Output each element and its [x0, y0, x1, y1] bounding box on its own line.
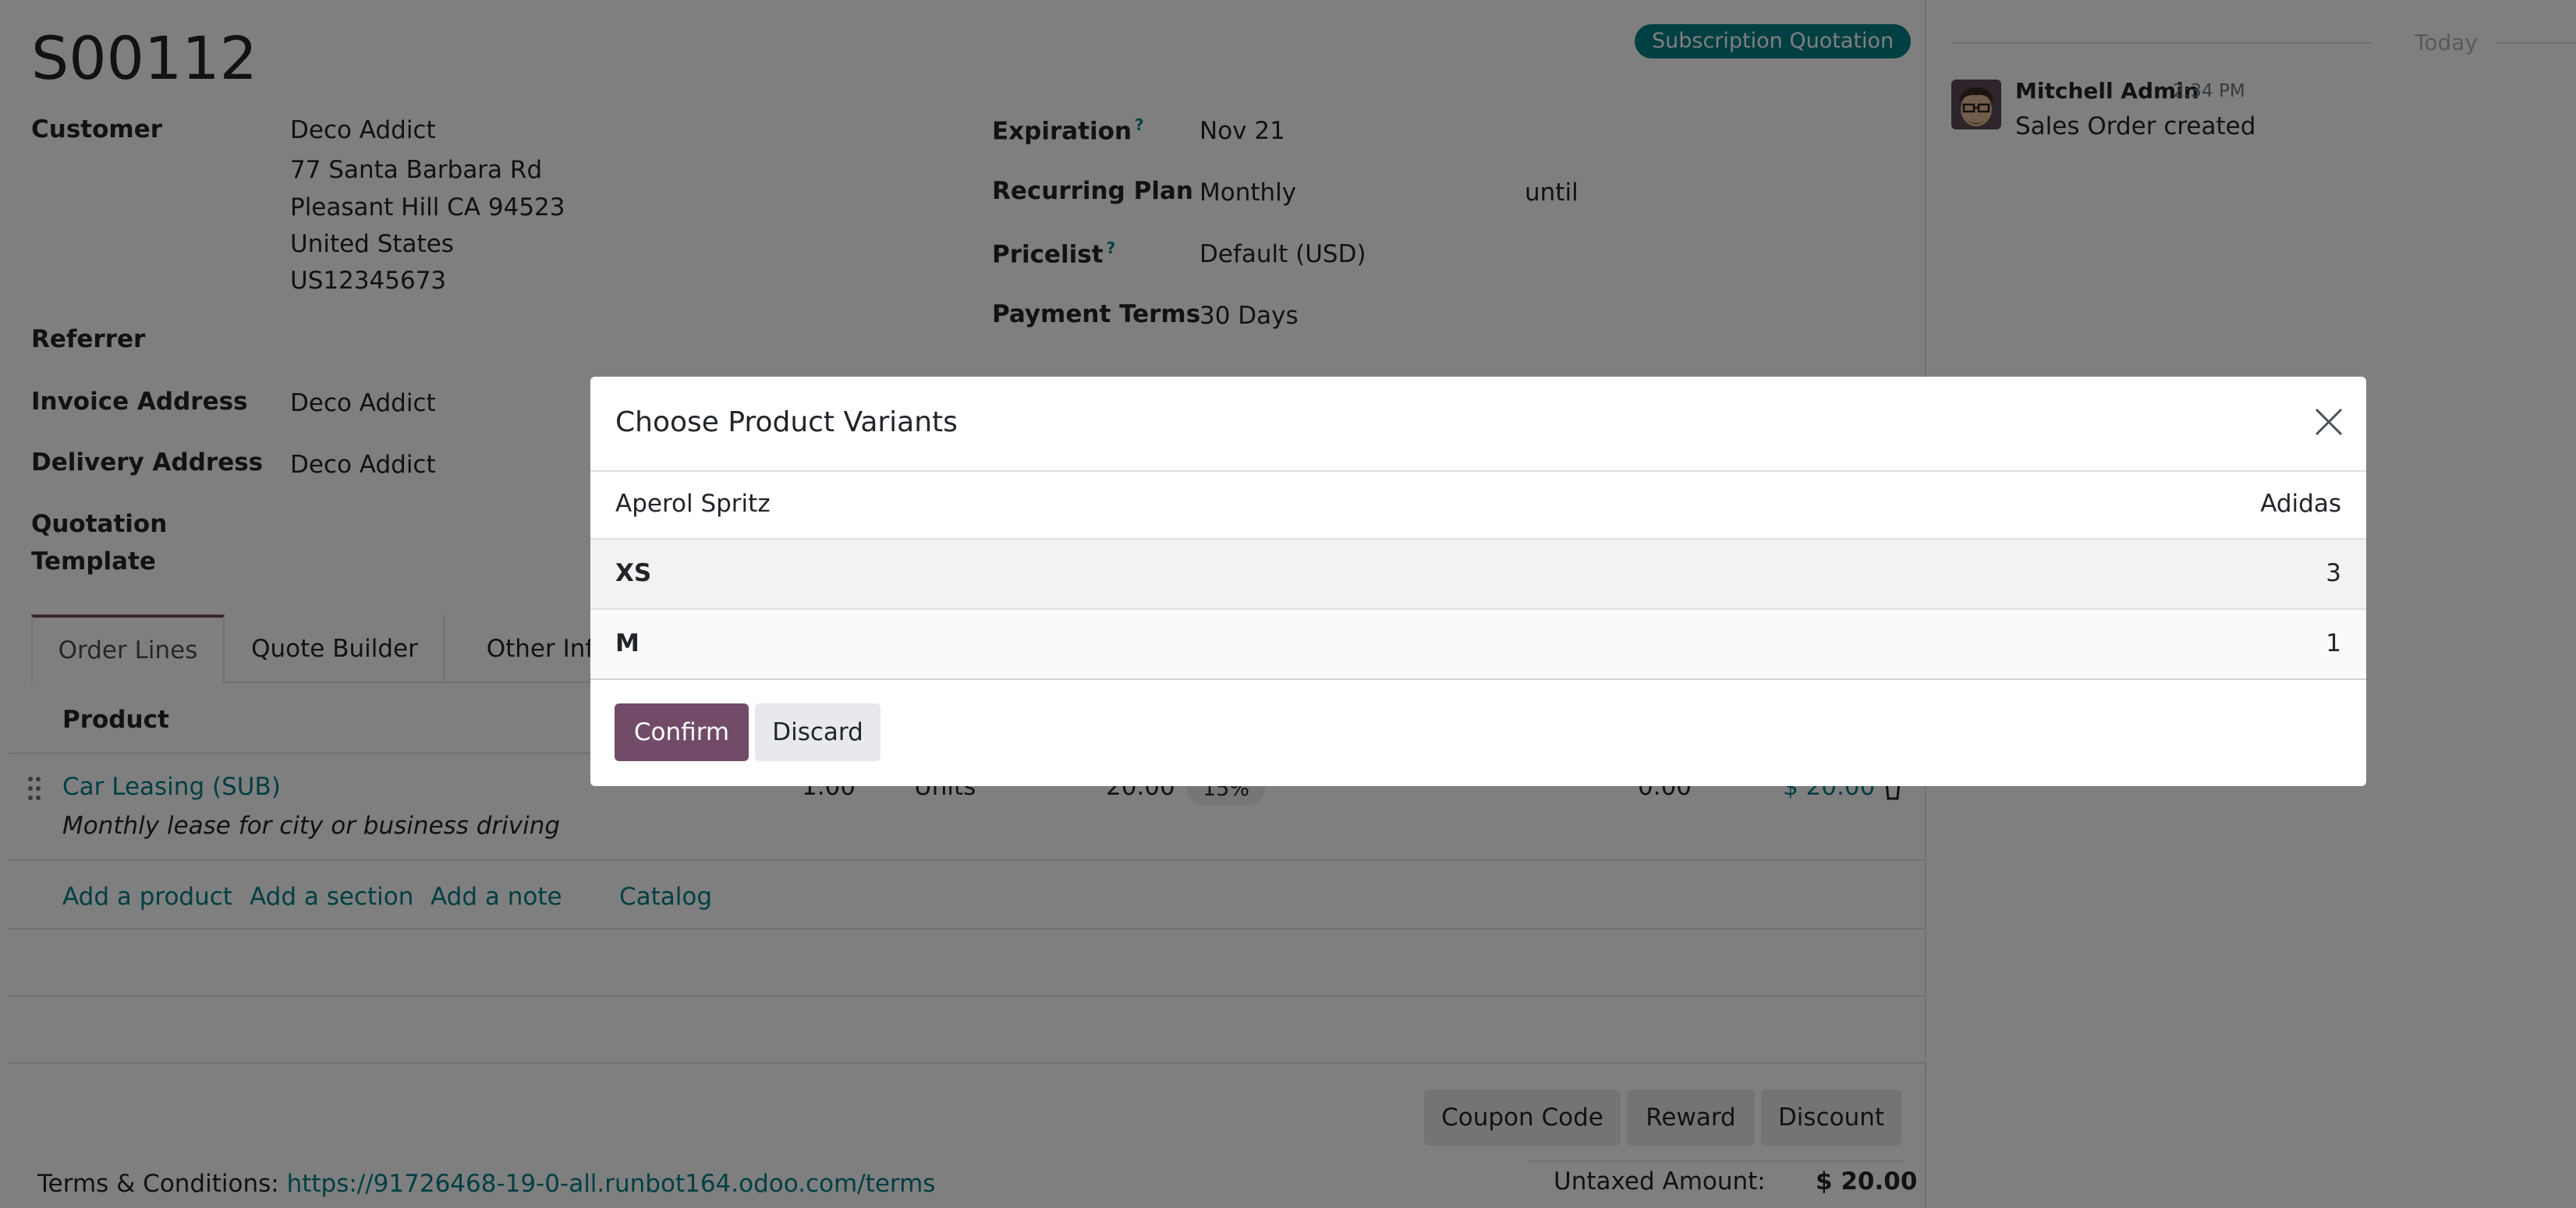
dialog-title: Choose Product Variants	[615, 406, 958, 438]
variant-header-left: Aperol Spritz	[615, 490, 771, 518]
variant-row-quantity[interactable]: 3	[2326, 559, 2341, 587]
variant-header-right: Adidas	[2260, 490, 2341, 518]
choose-product-variants-dialog: Choose Product Variants Aperol Spritz Ad…	[590, 377, 2366, 786]
discard-button[interactable]: Discard	[755, 703, 881, 761]
variant-row: XS 3	[590, 538, 2366, 608]
close-icon[interactable]	[2312, 405, 2346, 439]
variant-row-label: XS	[615, 559, 652, 587]
divider	[590, 470, 2366, 472]
variant-row-quantity[interactable]: 1	[2326, 629, 2341, 657]
confirm-button[interactable]: Confirm	[615, 703, 749, 761]
variant-row-label: M	[615, 629, 640, 657]
divider	[590, 678, 2366, 680]
variant-row: M 1	[590, 608, 2366, 678]
